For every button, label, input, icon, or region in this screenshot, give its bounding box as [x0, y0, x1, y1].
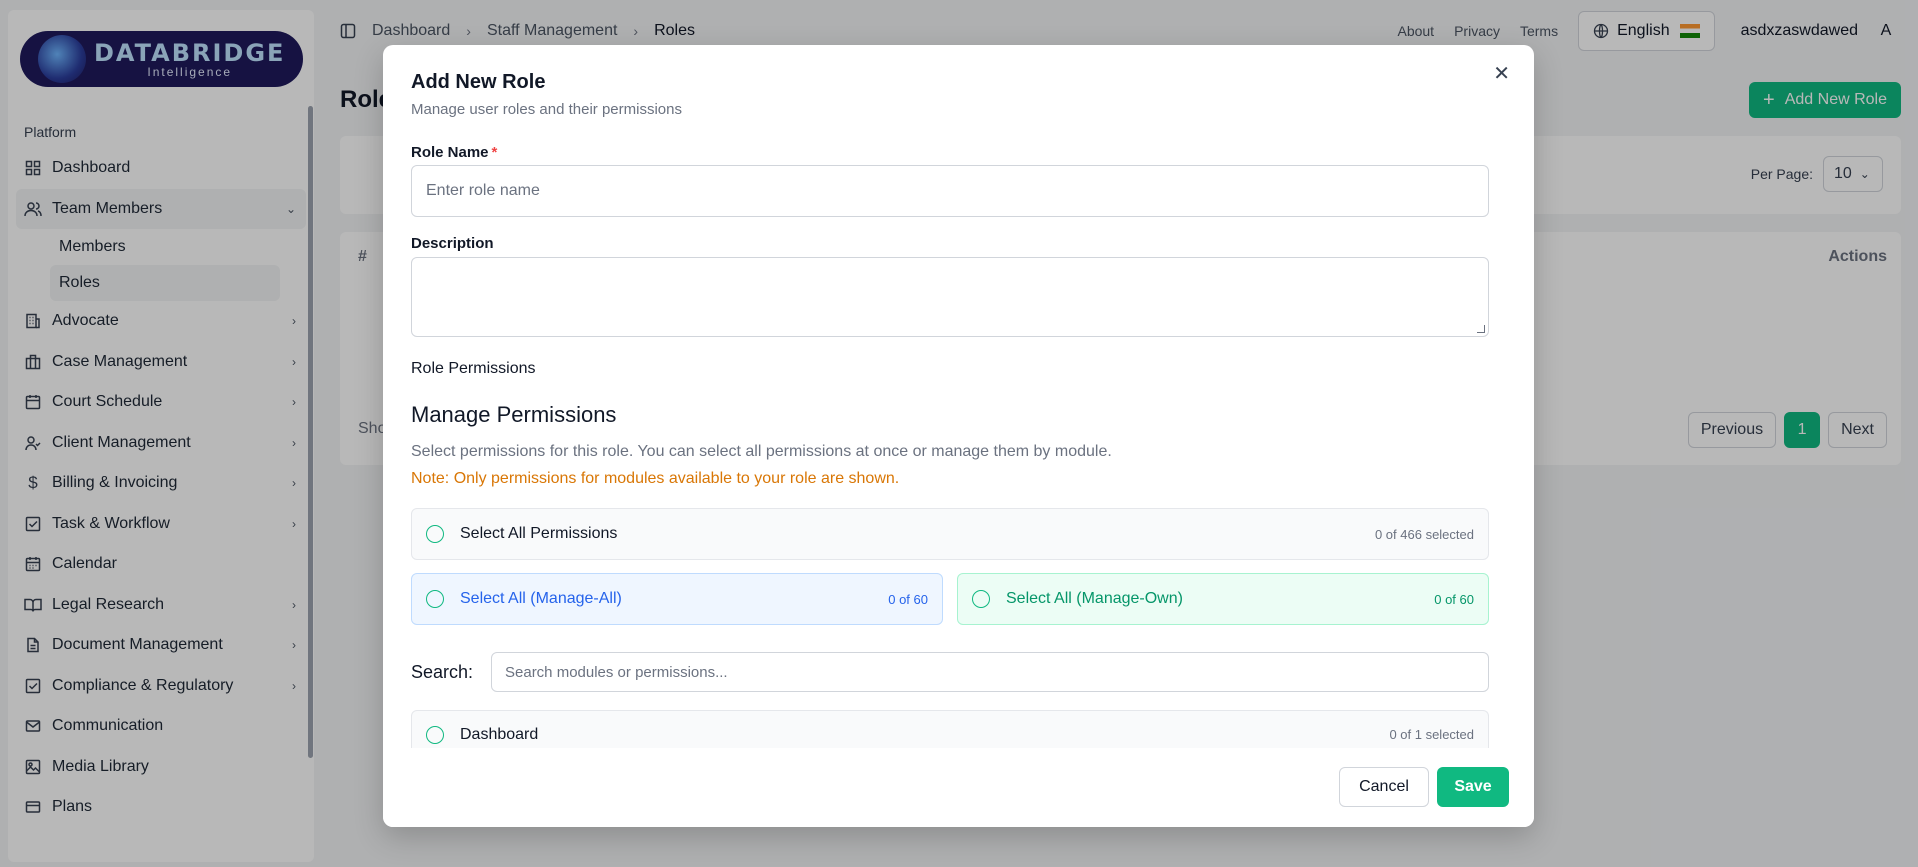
manage-all-count: 0 of 60 [888, 591, 928, 607]
module-dashboard-label: Dashboard [460, 725, 539, 743]
description-label: Description [411, 235, 494, 252]
manage-own-label: Select All (Manage-Own) [1006, 590, 1183, 607]
role-name-label: Role Name * [411, 144, 497, 161]
save-button[interactable]: Save [1437, 767, 1509, 807]
select-all-permissions-row[interactable]: Select All Permissions 0 of 466 selected [411, 508, 1489, 560]
description-textarea[interactable] [411, 257, 1489, 337]
select-all-count: 0 of 466 selected [1374, 526, 1474, 542]
role-name-placeholder: Enter role name [426, 182, 540, 199]
select-all-manage-all-row[interactable]: Select All (Manage-All) 0 of 60 [411, 573, 943, 625]
manage-own-count: 0 of 60 [1434, 591, 1474, 607]
select-all-label: Select All Permissions [460, 525, 618, 542]
manage-permissions-heading: Manage Permissions [411, 402, 617, 427]
module-dashboard-checkbox[interactable] [426, 725, 444, 744]
required-mark: * [491, 144, 498, 161]
manage-own-checkbox[interactable] [972, 590, 990, 608]
permission-search-input[interactable]: Search modules or permissions... [491, 652, 1489, 692]
select-all-checkbox[interactable] [426, 525, 444, 543]
manage-permissions-description: Select permissions for this role. You ca… [411, 443, 1112, 460]
module-dashboard-count: 0 of 1 selected [1389, 727, 1474, 742]
close-icon[interactable]: ✕ [1493, 61, 1510, 86]
role-name-label-text: Role Name [411, 144, 489, 161]
cancel-button[interactable]: Cancel [1339, 767, 1429, 807]
permissions-note: Note: Only permissions for modules avail… [411, 470, 900, 487]
select-all-manage-own-row[interactable]: Select All (Manage-Own) 0 of 60 [957, 573, 1489, 625]
add-role-dialog: ✕ Add New Role Manage user roles and the… [383, 45, 1534, 827]
dialog-subtitle: Manage user roles and their permissions [411, 101, 682, 118]
dialog-title: Add New Role [411, 71, 546, 93]
search-label: Search: [411, 662, 474, 682]
manage-all-checkbox[interactable] [426, 590, 444, 608]
resize-handle-icon[interactable] [1477, 325, 1485, 333]
role-permissions-label: Role Permissions [411, 360, 536, 377]
search-placeholder: Search modules or permissions... [505, 663, 728, 681]
role-name-input[interactable]: Enter role name [411, 165, 1489, 217]
manage-all-label: Select All (Manage-All) [460, 590, 622, 607]
